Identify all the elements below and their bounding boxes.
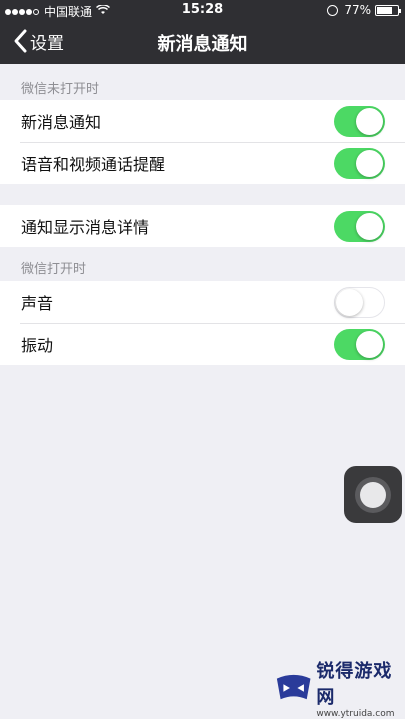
vibrate-toggle[interactable] bbox=[334, 329, 385, 360]
toggle-knob bbox=[356, 213, 383, 240]
watermark-title: 锐得游戏网 bbox=[316, 661, 393, 708]
watermark: 锐得游戏网 www.ytruida.com bbox=[275, 661, 405, 719]
setting-row-new-message: 新消息通知 bbox=[0, 100, 405, 142]
setting-label: 振动 bbox=[21, 336, 54, 355]
setting-label: 语音和视频通话提醒 bbox=[21, 155, 166, 174]
setting-row-vibrate: 振动 bbox=[0, 323, 405, 365]
settings-group-closed: 新消息通知 语音和视频通话提醒 bbox=[0, 100, 405, 184]
toggle-knob bbox=[336, 288, 363, 316]
status-right: 77% bbox=[327, 3, 401, 17]
toggle-knob bbox=[356, 108, 383, 135]
setting-label: 通知显示消息详情 bbox=[21, 218, 150, 237]
section-header-wechat-closed: 微信未打开时 bbox=[21, 82, 100, 97]
watermark-logo-icon bbox=[276, 674, 311, 700]
orientation-lock-icon bbox=[327, 4, 339, 16]
navigation-bar: 设置 新消息通知 bbox=[0, 20, 405, 64]
toggle-knob bbox=[356, 331, 383, 358]
setting-row-sound: 声音 bbox=[0, 281, 405, 323]
page-title: 新消息通知 bbox=[157, 34, 248, 55]
voice-video-toggle[interactable] bbox=[334, 148, 385, 179]
section-header-wechat-open: 微信打开时 bbox=[21, 262, 87, 277]
battery-percent: 77% bbox=[344, 3, 371, 17]
settings-group-detail: 通知显示消息详情 bbox=[0, 205, 405, 247]
assistive-touch-button[interactable] bbox=[344, 466, 402, 523]
setting-row-voice-video: 语音和视频通话提醒 bbox=[0, 142, 405, 184]
status-bar: 中国联通 15:28 77% bbox=[0, 0, 405, 20]
setting-label: 新消息通知 bbox=[21, 113, 102, 132]
settings-group-open: 声音 振动 bbox=[0, 281, 405, 365]
battery-icon bbox=[375, 4, 401, 16]
battery-fill bbox=[377, 6, 393, 14]
message-detail-toggle[interactable] bbox=[334, 211, 385, 242]
sound-toggle[interactable] bbox=[334, 287, 385, 318]
toggle-knob bbox=[356, 150, 383, 177]
assistive-touch-icon bbox=[355, 476, 391, 513]
setting-row-message-detail: 通知显示消息详情 bbox=[0, 205, 405, 247]
setting-label: 声音 bbox=[21, 294, 54, 313]
new-message-toggle[interactable] bbox=[334, 106, 385, 137]
